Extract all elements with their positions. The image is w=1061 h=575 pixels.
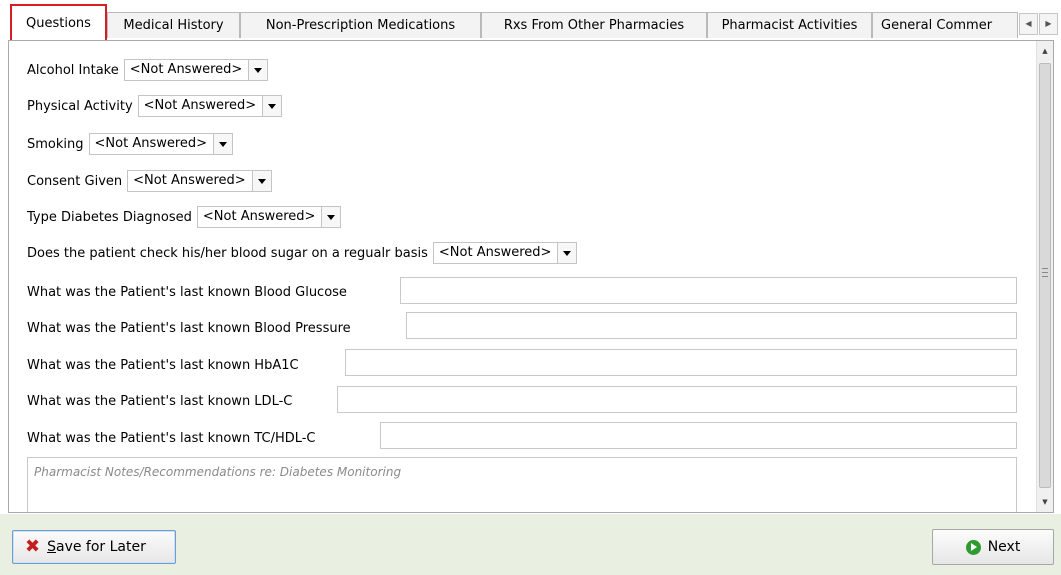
tab-general-comments[interactable]: General Commer — [872, 12, 1018, 38]
blood-pressure-input[interactable] — [406, 312, 1017, 339]
ldl-c-label: What was the Patient's last known LDL-C — [27, 393, 293, 409]
tab-medical-history[interactable]: Medical History — [107, 12, 240, 38]
tab-label: Rxs From Other Pharmacies — [503, 18, 685, 33]
chevron-down-icon[interactable] — [213, 134, 233, 154]
blood-sugar-check-select[interactable]: <Not Answered> — [432, 242, 578, 264]
hba1c-label: What was the Patient's last known HbA1C — [27, 357, 299, 373]
grip-icon — [1042, 268, 1048, 277]
blood-pressure-label: What was the Patient's last known Blood … — [27, 320, 351, 336]
physical-activity-label: Physical Activity — [27, 98, 133, 114]
tc-hdl-c-row: What was the Patient's last known TC/HDL… — [27, 427, 316, 449]
select-value: <Not Answered> — [202, 209, 316, 224]
smoking-select[interactable]: <Not Answered> — [88, 133, 234, 155]
select-value: <Not Answered> — [129, 62, 243, 77]
tab-rxs-from-other-pharmacies[interactable]: Rxs From Other Pharmacies — [481, 12, 707, 38]
tab-label: General Commer — [881, 18, 993, 33]
questions-panel: Alcohol Intake <Not Answered> Physical A… — [8, 40, 1054, 513]
select-value: <Not Answered> — [438, 245, 552, 260]
blood-glucose-input[interactable] — [400, 277, 1017, 304]
blood-sugar-check-row: Does the patient check his/her blood sug… — [27, 242, 578, 264]
tc-hdl-c-input[interactable] — [380, 422, 1017, 449]
next-button[interactable]: Next — [932, 529, 1054, 565]
physical-activity-row: Physical Activity <Not Answered> — [27, 95, 283, 117]
tab-questions[interactable]: Questions — [10, 4, 107, 41]
select-value: <Not Answered> — [133, 173, 246, 188]
scrollbar-thumb[interactable] — [1039, 63, 1051, 488]
chevron-down-icon[interactable] — [557, 243, 577, 263]
tab-strip: Questions Medical History Non-Prescripti… — [0, 0, 1061, 41]
chevron-down-icon[interactable] — [248, 60, 268, 80]
tab-pharmacist-activities[interactable]: Pharmacist Activities — [707, 12, 872, 38]
smoking-label: Smoking — [27, 136, 84, 152]
alcohol-intake-label: Alcohol Intake — [27, 62, 119, 78]
pharmacist-notes-textarea[interactable]: Pharmacist Notes/Recommendations re: Dia… — [27, 457, 1017, 512]
consent-given-row: Consent Given <Not Answered> — [27, 170, 272, 192]
ldl-c-row: What was the Patient's last known LDL-C — [27, 390, 292, 412]
vertical-scrollbar[interactable]: ▲ ▼ — [1036, 41, 1053, 512]
tab-scroll-arrows: ◀ ▶ — [1019, 13, 1059, 35]
hba1c-row: What was the Patient's last known HbA1C — [27, 354, 299, 376]
scroll-down-icon[interactable]: ▼ — [1037, 494, 1053, 510]
save-for-later-button[interactable]: ✖ Save for Later — [12, 530, 176, 564]
tab-non-prescription-medications[interactable]: Non-Prescription Medications — [240, 12, 481, 38]
close-x-icon: ✖ — [25, 536, 41, 557]
scroll-up-icon[interactable]: ▲ — [1037, 43, 1053, 59]
next-label: Next — [987, 539, 1021, 555]
tab-label: Medical History — [123, 18, 224, 33]
tab-label: Questions — [26, 16, 91, 31]
select-value: <Not Answered> — [143, 98, 257, 113]
blood-glucose-row: What was the Patient's last known Blood … — [27, 281, 347, 303]
alcohol-intake-select[interactable]: <Not Answered> — [123, 59, 269, 81]
tab-label: Pharmacist Activities — [721, 18, 858, 33]
diabetes-type-label: Type Diabetes Diagnosed — [27, 209, 192, 225]
alcohol-intake-row: Alcohol Intake <Not Answered> — [27, 59, 269, 81]
save-for-later-label: Save for Later — [47, 539, 146, 555]
smoking-row: Smoking <Not Answered> — [27, 133, 234, 155]
hba1c-input[interactable] — [345, 349, 1017, 376]
select-value: <Not Answered> — [94, 136, 208, 151]
consent-given-label: Consent Given — [27, 173, 123, 189]
blood-glucose-label: What was the Patient's last known Blood … — [27, 284, 347, 300]
diabetes-type-row: Type Diabetes Diagnosed <Not Answered> — [27, 206, 342, 228]
diabetes-type-select[interactable]: <Not Answered> — [196, 206, 342, 228]
tab-label: Non-Prescription Medications — [265, 18, 456, 33]
blood-sugar-check-label: Does the patient check his/her blood sug… — [27, 245, 428, 261]
chevron-down-icon[interactable] — [321, 207, 341, 227]
arrow-right-circle-icon — [965, 539, 981, 555]
arrow-left-small-icon[interactable]: ◀ — [1019, 13, 1038, 35]
ldl-c-input[interactable] — [337, 386, 1017, 413]
physical-activity-select[interactable]: <Not Answered> — [137, 95, 283, 117]
footer-bar: ✖ Save for Later Next — [0, 514, 1061, 575]
blood-pressure-row: What was the Patient's last known Blood … — [27, 317, 351, 339]
tc-hdl-c-label: What was the Patient's last known TC/HDL… — [27, 430, 316, 446]
chevron-down-icon[interactable] — [251, 171, 271, 191]
consent-given-select[interactable]: <Not Answered> — [127, 170, 272, 192]
chevron-down-icon[interactable] — [262, 96, 282, 116]
arrow-right-small-icon[interactable]: ▶ — [1039, 13, 1058, 35]
